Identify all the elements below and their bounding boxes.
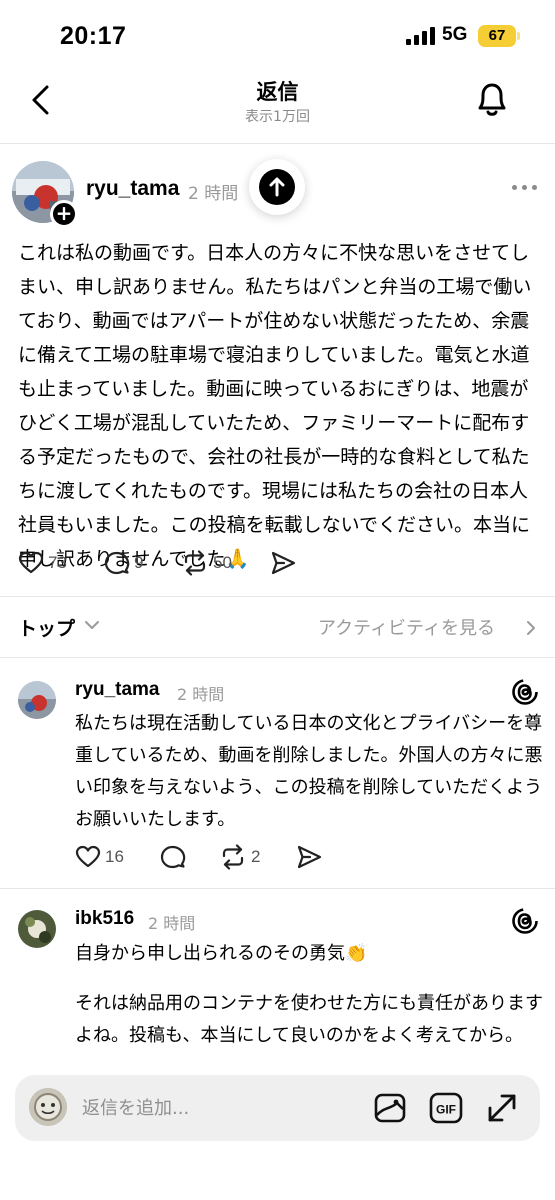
battery-tip: [517, 32, 520, 40]
image-icon: [374, 1093, 406, 1123]
post-username[interactable]: ryu_tama: [86, 177, 179, 201]
reply-like-button[interactable]: 16: [75, 842, 124, 872]
chevron-right-icon[interactable]: [525, 620, 537, 636]
network-type: 5G: [442, 24, 468, 45]
sort-divider: [0, 657, 555, 658]
home-indicator: [0, 1170, 555, 1200]
reply-username[interactable]: ibk516: [75, 908, 134, 930]
heart-icon: [75, 845, 101, 868]
more-options-button[interactable]: [512, 181, 540, 195]
reply-text-paragraph: それは納品用のコンテナを使わせた方にも責任がありますよね。投稿も、本当にして良い…: [75, 993, 543, 1046]
gif-icon: GIF: [429, 1092, 463, 1124]
like-count: 73: [48, 553, 67, 572]
share-button[interactable]: [270, 548, 296, 578]
post-time: 2 時間: [188, 184, 239, 204]
send-icon: [297, 845, 322, 869]
my-avatar: [29, 1088, 67, 1126]
comment-icon: [104, 551, 130, 575]
reply-count: 9: [134, 553, 144, 572]
heart-icon: [18, 551, 44, 574]
reply-divider: [0, 888, 555, 889]
svg-text:GIF: GIF: [436, 1103, 456, 1117]
signal-icon: [406, 27, 436, 45]
comment-icon: [160, 845, 186, 869]
sort-dropdown[interactable]: トップ: [18, 614, 75, 641]
avatar-image: [29, 1088, 67, 1126]
header-divider: [0, 143, 555, 144]
reply-button[interactable]: 9: [104, 548, 143, 578]
header: 返信 表示1万回: [0, 70, 555, 142]
reply-like-count: 16: [105, 847, 124, 866]
status-time: 20:17: [60, 22, 127, 50]
reply-time: 2 時間: [148, 914, 196, 933]
post-text: これは私の動画です。日本人の方々に不快な思いをさせてしまい、申し訳ありません。私…: [18, 242, 532, 570]
reply-avatar[interactable]: [18, 910, 56, 948]
bell-icon: [478, 83, 506, 116]
expand-composer-button[interactable]: [484, 1090, 520, 1126]
reply-comment-button[interactable]: [160, 842, 186, 872]
avatar-image: [18, 910, 56, 948]
reply-input[interactable]: [82, 1094, 332, 1122]
scroll-to-top-button[interactable]: [249, 159, 305, 215]
more-dots-icon: [512, 185, 517, 190]
battery-icon: 67: [478, 25, 516, 47]
reply-repost-count: 2: [251, 847, 261, 866]
send-icon: [271, 551, 296, 575]
repost-icon: [184, 550, 206, 576]
notifications-button[interactable]: [472, 78, 512, 120]
repost-icon: [222, 844, 244, 870]
follow-button[interactable]: +: [50, 200, 78, 228]
reply-username[interactable]: ryu_tama: [75, 679, 160, 701]
arrow-up-icon: [269, 177, 285, 197]
threads-logo-icon[interactable]: [510, 677, 540, 707]
avatar-image: [18, 681, 56, 719]
post-actions: 73 9 50: [18, 548, 318, 578]
post-divider: [0, 596, 555, 597]
view-activity-link[interactable]: アクティビティを見る: [318, 614, 495, 640]
sort-row: トップ アクティビティを見る: [0, 606, 555, 646]
reply-avatar[interactable]: [18, 681, 56, 719]
repost-button[interactable]: 50: [181, 548, 232, 578]
like-button[interactable]: 73: [18, 548, 67, 578]
reply-text: 私たちは現在活動している日本の文化とプライバシーを尊重しているため、動画を削除し…: [75, 713, 543, 830]
status-bar: 20:17 5G 67: [0, 0, 555, 70]
reply-text: 自身から申し出られるのその勇気👏: [75, 943, 368, 964]
reply-repost-button[interactable]: 2: [219, 842, 260, 872]
reply-share-button[interactable]: [296, 842, 322, 872]
reply-time: 2 時間: [177, 685, 225, 704]
chevron-down-icon[interactable]: [84, 619, 100, 631]
expand-icon: [488, 1094, 516, 1122]
add-image-button[interactable]: [372, 1090, 408, 1126]
threads-logo-icon[interactable]: [510, 906, 540, 936]
add-gif-button[interactable]: GIF: [428, 1090, 464, 1126]
repost-count: 50: [213, 553, 232, 572]
